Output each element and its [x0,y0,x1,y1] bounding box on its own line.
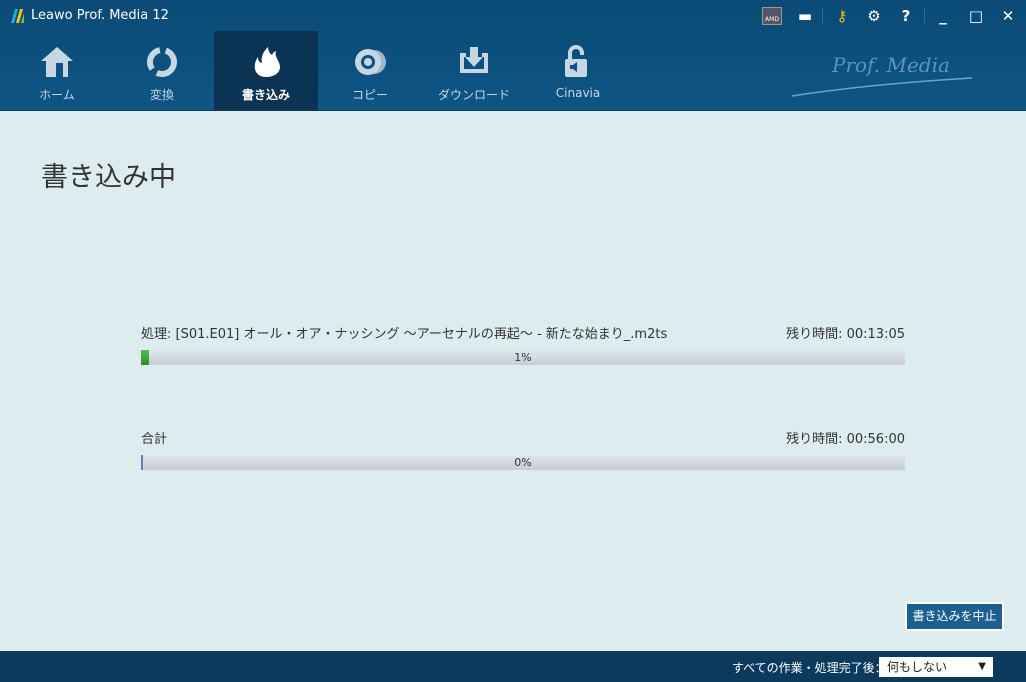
current-file-label: 処理: [S01.E01] オール・オア・ナッシング ～アーセナルの再起～ - … [141,327,668,342]
page-title: 書き込み中 [41,162,176,193]
current-remaining-time: 残り時間: 00:13:05 [786,327,905,342]
home-icon [41,47,73,77]
progress-percent: 0% [514,456,532,469]
divider [924,8,925,24]
chevron-down-icon: ▼ [978,661,986,672]
after-completion-label: すべての作業・処理完了後： [732,661,887,675]
flame-icon [254,47,280,77]
divider [822,8,823,24]
tab-label: Cinavia [555,86,601,100]
brand-logo: Prof. Media [791,53,973,97]
total-remaining-time: 残り時間: 00:56:00 [786,432,905,447]
tab-copy[interactable]: コピー [318,31,422,111]
total-progress-bar: 0% [141,455,905,470]
unlock-icon [565,45,587,77]
after-completion-select[interactable]: 何もしない ▼ [879,657,993,677]
stop-burning-button[interactable]: 書き込みを中止 [905,602,1004,631]
amd-icon[interactable]: AMD [762,7,782,25]
current-progress-bar: 1% [141,350,905,365]
tab-label: 変換 [149,88,174,102]
footer: すべての作業・処理完了後： 何もしない ▼ [0,651,1026,682]
gear-icon[interactable]: ⚙ [863,6,885,26]
tab-burn[interactable]: 書き込み [214,31,318,111]
feedback-icon[interactable]: ▬ [794,6,816,26]
key-icon[interactable]: ⚷ [831,6,853,26]
disc-icon [355,49,386,75]
app-logo-icon [11,9,24,23]
svg-text:Prof. Media: Prof. Media [831,53,950,77]
total-label: 合計 [141,432,168,447]
header: Leawo Prof. Media 12 AMD ▬ ⚷ ⚙ ? _ □ ✕ ホ… [0,0,1026,111]
help-icon[interactable]: ? [895,6,917,26]
tab-label: ホーム [39,88,75,102]
minimize-button[interactable]: _ [932,6,954,26]
select-value: 何もしない [887,660,948,674]
progress-percent: 1% [514,351,532,364]
maximize-button[interactable]: □ [965,6,987,26]
convert-icon [147,47,177,77]
download-icon [460,47,488,73]
tab-label: ダウンロード [437,88,510,102]
tab-cinavia[interactable]: Cinavia [526,31,630,111]
tab-convert[interactable]: 変換 [110,31,214,111]
tab-home[interactable]: ホーム [5,31,109,111]
tab-download[interactable]: ダウンロード [422,31,526,111]
tab-label: コピー [351,88,388,102]
app-title: Leawo Prof. Media 12 [31,8,169,23]
close-button[interactable]: ✕ [997,6,1019,26]
tab-label: 書き込み [241,88,290,102]
